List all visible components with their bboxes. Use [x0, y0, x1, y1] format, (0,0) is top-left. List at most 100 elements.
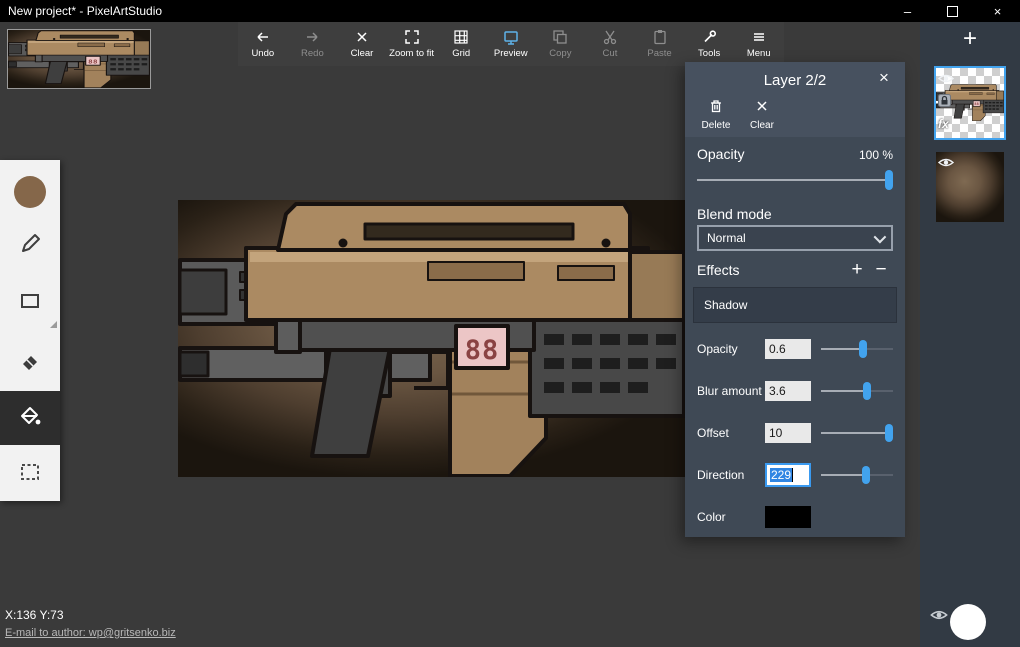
- paste-icon: [652, 29, 668, 45]
- visibility-eye-icon[interactable]: [938, 155, 954, 173]
- grid-icon: [453, 29, 469, 45]
- clear-layer-button[interactable]: Clear: [743, 98, 781, 134]
- current-color-button[interactable]: [0, 165, 60, 219]
- opacity-param-slider[interactable]: [821, 340, 893, 358]
- shadow-color-swatch[interactable]: [765, 506, 811, 528]
- cut-icon: [602, 29, 618, 45]
- offset-param-slider[interactable]: [821, 424, 893, 442]
- eraser-icon: [18, 348, 42, 377]
- effects-label: Effects: [697, 262, 740, 278]
- select-tool-button[interactable]: [0, 447, 60, 501]
- maximize-button[interactable]: [930, 0, 975, 22]
- clear-icon: [354, 29, 370, 45]
- shape-tool-button[interactable]: [0, 276, 60, 330]
- slider-thumb[interactable]: [863, 382, 871, 400]
- layer-panel-close-button[interactable]: ×: [873, 68, 895, 88]
- slider-thumb[interactable]: [885, 170, 893, 190]
- tools-icon: [701, 29, 717, 45]
- offset-input[interactable]: 10: [765, 423, 811, 443]
- drawing-canvas[interactable]: [178, 200, 686, 477]
- canvas-artwork: [178, 200, 686, 477]
- layers-sidebar: + fx: [920, 22, 1020, 647]
- layer-panel-header: Layer 2/2 × Delete Clear: [685, 62, 905, 137]
- delete-layer-button[interactable]: Delete: [697, 98, 735, 134]
- lock-icon[interactable]: [938, 94, 951, 112]
- blend-mode-label: Blend mode: [697, 206, 772, 222]
- opacity-label: Opacity: [697, 146, 744, 162]
- fill-tool-button[interactable]: [0, 391, 60, 445]
- param-row-offset: Offset 10: [697, 420, 893, 446]
- effect-parameters: Opacity 0.6 Blur amount 3.6 Offset 10: [697, 336, 893, 530]
- fill-bucket-icon: [18, 404, 42, 433]
- color-preview-button[interactable]: [950, 604, 986, 640]
- close-icon: ×: [994, 4, 1002, 19]
- cut-button[interactable]: Cut: [585, 22, 635, 66]
- pencil-tool-button[interactable]: [0, 219, 60, 273]
- cursor-coordinates: X:136 Y:73: [5, 608, 64, 622]
- selected-text: 229: [770, 468, 792, 482]
- clear-button[interactable]: Clear: [337, 22, 387, 66]
- layer-opacity-slider[interactable]: [697, 170, 893, 190]
- current-color-indicator: [14, 176, 46, 208]
- toggle-ui-eye-icon[interactable]: [930, 608, 948, 626]
- blend-mode-dropdown[interactable]: Normal: [697, 225, 893, 251]
- add-effect-button[interactable]: +: [845, 259, 869, 281]
- preview-button[interactable]: Preview: [486, 22, 536, 66]
- effect-item-shadow[interactable]: Shadow: [693, 287, 897, 323]
- blend-mode-value: Normal: [707, 231, 746, 245]
- slider-thumb[interactable]: [859, 340, 867, 358]
- zoom-to-fit-button[interactable]: Zoom to fit: [387, 22, 437, 66]
- selection-icon: [18, 460, 42, 489]
- redo-button[interactable]: Redo: [288, 22, 338, 66]
- author-email-link[interactable]: E-mail to author: wp@gritsenko.biz: [5, 627, 176, 639]
- layer-thumbnail-1[interactable]: fx: [936, 68, 1004, 138]
- window-title: New project* - PixelArtStudio: [0, 4, 885, 18]
- maximize-icon: [947, 6, 958, 17]
- trash-icon: [708, 98, 724, 117]
- undo-icon: [255, 29, 271, 45]
- copy-icon: [552, 29, 568, 45]
- menu-button[interactable]: Menu: [734, 22, 784, 66]
- eraser-tool-button[interactable]: [0, 335, 60, 389]
- add-layer-button[interactable]: +: [920, 22, 1020, 56]
- visibility-eye-icon[interactable]: [938, 71, 954, 89]
- undo-button[interactable]: Undo: [238, 22, 288, 66]
- canvas-preview-thumbnail: [7, 29, 151, 89]
- blur-param-slider[interactable]: [821, 382, 893, 400]
- layer-thumbnail-2[interactable]: [936, 152, 1004, 222]
- copy-button[interactable]: Copy: [536, 22, 586, 66]
- param-row-direction: Direction 229: [697, 462, 893, 488]
- tool-palette: [0, 160, 60, 501]
- slider-thumb[interactable]: [862, 466, 870, 484]
- slider-thumb[interactable]: [885, 424, 893, 442]
- param-row-color: Color: [697, 504, 893, 530]
- param-row-blur: Blur amount 3.6: [697, 378, 893, 404]
- chevron-down-icon: [874, 230, 887, 243]
- clear-icon: [754, 98, 770, 117]
- layer-panel-title: Layer 2/2: [685, 72, 905, 89]
- preview-art: [8, 30, 150, 88]
- fx-badge[interactable]: fx: [938, 117, 949, 131]
- redo-icon: [304, 29, 320, 45]
- plus-icon: +: [963, 25, 977, 53]
- minimize-button[interactable]: –: [885, 0, 930, 22]
- remove-effect-button[interactable]: −: [869, 259, 893, 281]
- layer-panel: Layer 2/2 × Delete Clear Opacity 100 % B…: [685, 62, 905, 537]
- menu-icon: [751, 29, 767, 45]
- pencil-icon: [18, 232, 42, 261]
- main-toolbar: Undo Redo Clear Zoom to fit Grid Preview…: [238, 22, 784, 66]
- tools-button[interactable]: Tools: [684, 22, 734, 66]
- close-button[interactable]: ×: [975, 0, 1020, 22]
- direction-input[interactable]: 229: [765, 463, 811, 487]
- blur-amount-input[interactable]: 3.6: [765, 381, 811, 401]
- preview-icon: [503, 29, 519, 45]
- param-row-opacity: Opacity 0.6: [697, 336, 893, 362]
- minimize-icon: –: [904, 4, 911, 19]
- text-caret: [792, 468, 793, 482]
- grid-button[interactable]: Grid: [436, 22, 486, 66]
- direction-param-slider[interactable]: [821, 466, 893, 484]
- paste-button[interactable]: Paste: [635, 22, 685, 66]
- opacity-input[interactable]: 0.6: [765, 339, 811, 359]
- rectangle-icon: [18, 289, 42, 318]
- close-icon: ×: [879, 68, 889, 87]
